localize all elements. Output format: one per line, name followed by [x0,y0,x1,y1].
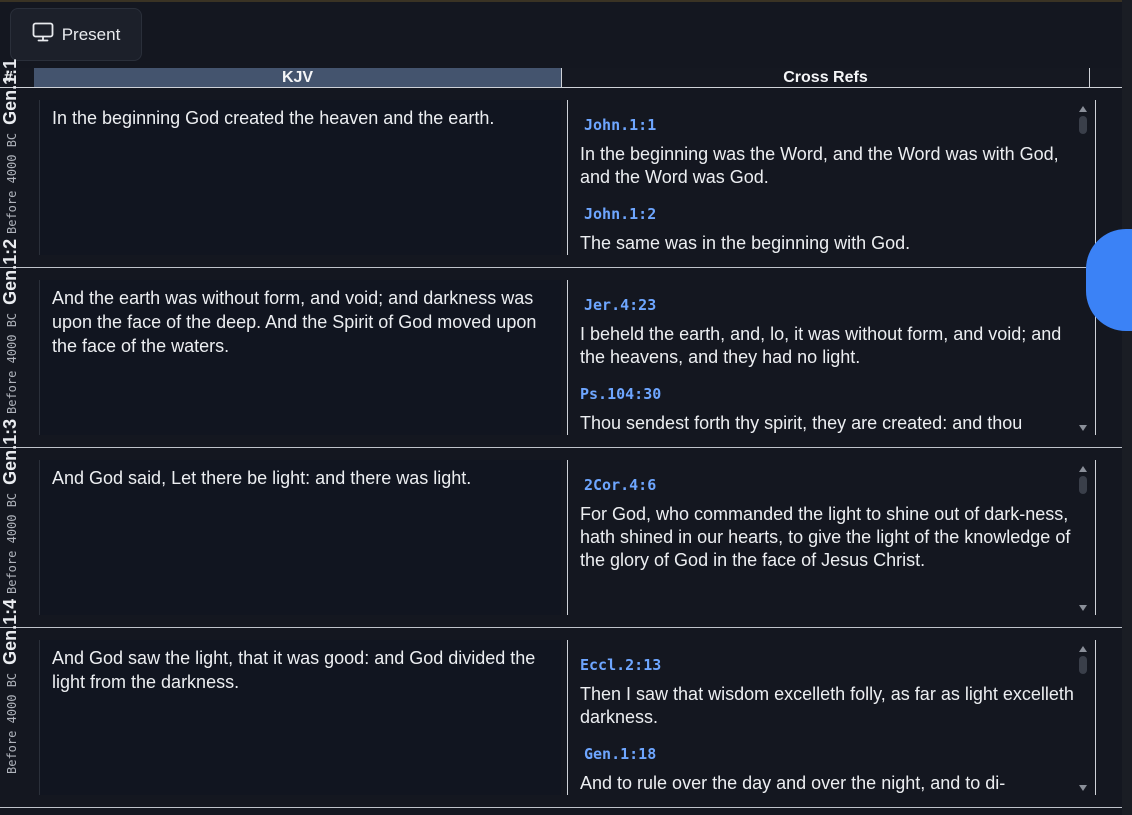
verse-ref[interactable]: Gen.1:2 [0,239,21,305]
verse-ref[interactable]: Gen.1:4 [0,599,21,665]
scrollbar-thumb[interactable] [1079,656,1087,674]
column-divider[interactable] [1089,68,1090,87]
xref-link[interactable]: Ps.104:30 [580,385,1083,403]
cross-refs-cell[interactable]: Eccl.2:13 Then I saw that wisdom excelle… [567,640,1096,795]
xref-link[interactable]: John.1:1 [580,116,1083,134]
verse-era: Before 4000 BC [5,132,19,234]
xref-link[interactable]: Jer.4:23 [580,296,1083,314]
column-header-kjv[interactable]: KJV [34,68,561,87]
xref-text: And to rule over the day and over the ni… [580,773,1006,793]
verse-ref-cell: Gen.1:4 Before 4000 BC [0,599,40,807]
table-row: Gen.1:1 Before 4000 BC In the beginning … [0,59,1122,268]
xref-text: Thou sendest forth thy spirit, they are … [580,413,1023,433]
xref-text: The same was in the beginning with God. [580,233,911,253]
window-edge [1122,0,1132,815]
kjv-text-cell: And God saw the light, that it was good:… [40,640,561,795]
column-header-cross-refs[interactable]: Cross Refs [562,68,1089,87]
cross-refs-cell[interactable]: Jer.4:23 I beheld the earth, and, lo, it… [567,280,1096,435]
monitor-icon [32,22,54,47]
table-header: # KJV Cross Refs [0,68,1122,88]
toolbar: Present [0,2,1122,68]
present-button[interactable]: Present [10,8,142,61]
scroll-down-arrow[interactable] [1079,605,1087,611]
kjv-text-cell: In the beginning God created the heaven … [40,100,561,255]
verse-ref[interactable]: Gen.1:1 [0,59,21,125]
xref-link[interactable]: 2Cor.4:6 [580,476,1083,494]
scroll-down-arrow[interactable] [1079,425,1087,431]
xref-link[interactable]: Eccl.2:13 [580,656,1083,674]
kjv-text-cell: And God said, Let there be light: and th… [40,460,561,615]
verse-era: Before 4000 BC [5,312,19,414]
xref-text: Then I saw that wisdom excelleth folly, … [580,684,1074,727]
xref-link[interactable]: Gen.1:18 [580,745,1083,763]
scroll-up-arrow[interactable] [1079,646,1087,652]
kjv-text-cell: And the earth was without form, and void… [40,280,561,435]
xref-text: In the beginning was the Word, and the W… [580,144,1059,187]
cross-refs-cell[interactable]: 2Cor.4:6 For God, who commanded the ligh… [567,460,1096,615]
cross-refs-cell[interactable]: John.1:1 In the beginning was the Word, … [567,100,1096,255]
xref-link[interactable]: John.1:2 [580,205,1083,223]
xref-text: I beheld the earth, and, lo, it was with… [580,324,1062,367]
scroll-up-arrow[interactable] [1079,106,1087,112]
present-label: Present [61,24,121,44]
scrollbar-thumb[interactable] [1079,476,1087,494]
verse-ref[interactable]: Gen.1:3 [0,419,21,485]
xref-text: For God, who commanded the light to shin… [580,504,1071,570]
table-row: Gen.1:2 Before 4000 BC And the earth was… [0,239,1122,448]
verse-era: Before 4000 BC [5,492,19,594]
scroll-down-arrow[interactable] [1079,785,1087,791]
verse-era: Before 4000 BC [5,672,19,774]
table-row: Gen.1:3 Before 4000 BC And God said, Let… [0,419,1122,628]
table-row: Gen.1:4 Before 4000 BC And God saw the l… [0,599,1122,808]
scrollbar-thumb[interactable] [1079,116,1087,134]
scroll-up-arrow[interactable] [1079,466,1087,472]
